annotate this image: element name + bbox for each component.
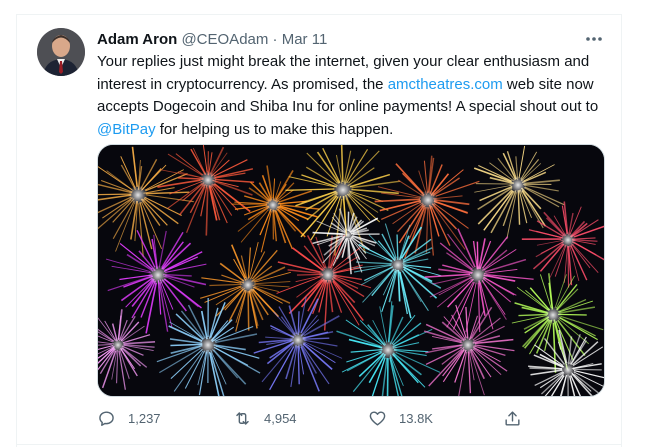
tweet-media[interactable]	[97, 144, 605, 397]
tweet-actions: 1,237 4,954 13.8K	[97, 406, 537, 430]
retweet-button[interactable]: 4,954	[233, 406, 297, 430]
mention-link[interactable]: @BitPay	[97, 121, 156, 138]
avatar[interactable]	[37, 28, 85, 76]
tweet-text-part: for helping us to make this happen.	[156, 121, 394, 138]
fireworks-image	[98, 145, 604, 396]
site-link[interactable]: amctheatres.com	[388, 76, 503, 93]
like-button[interactable]: 13.8K	[368, 406, 433, 430]
reply-icon	[97, 409, 116, 428]
divider	[16, 444, 622, 445]
heart-icon	[368, 409, 387, 428]
share-icon	[503, 409, 522, 428]
tweet-header: Adam Aron @CEOAdam · Mar 11	[97, 30, 327, 50]
author-handle[interactable]: @CEOAdam	[181, 31, 268, 48]
tweet-date[interactable]: Mar 11	[282, 31, 328, 48]
more-icon	[585, 36, 603, 42]
retweet-count: 4,954	[264, 411, 297, 426]
retweet-icon	[233, 409, 252, 428]
more-options-button[interactable]	[583, 30, 605, 48]
tweet-text: Your replies just might break the intern…	[97, 51, 602, 141]
reply-button[interactable]: 1,237	[97, 406, 161, 430]
profile-photo	[37, 28, 85, 76]
separator: ·	[273, 31, 278, 48]
author-name[interactable]: Adam Aron	[97, 31, 177, 48]
share-button[interactable]	[503, 406, 522, 430]
like-count: 13.8K	[399, 411, 433, 426]
reply-count: 1,237	[128, 411, 161, 426]
